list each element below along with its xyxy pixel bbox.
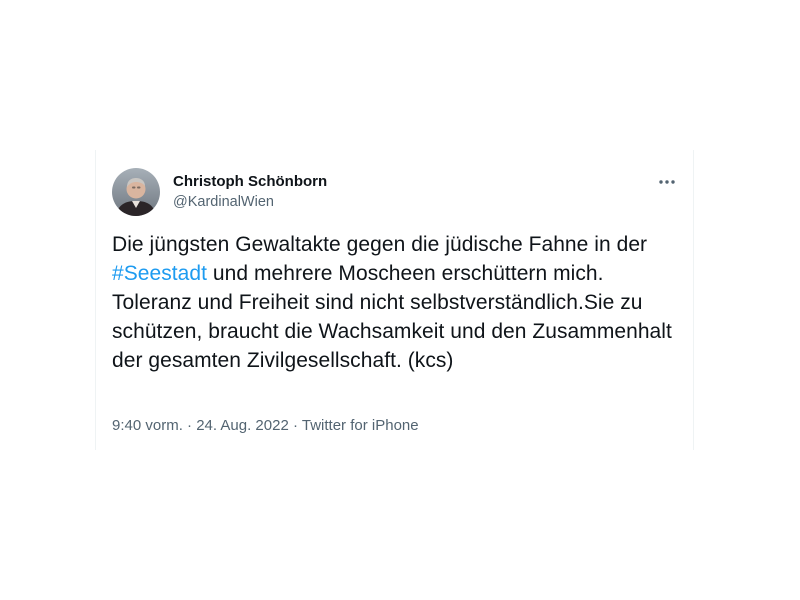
tweet-date[interactable]: 24. Aug. 2022: [196, 417, 289, 434]
meta-separator: ·: [288, 417, 302, 434]
tweet-text: Die jüngsten Gewaltakte gegen die jüdisc…: [112, 230, 682, 375]
tweet-text-part1: Die jüngsten Gewaltakte gegen die jüdisc…: [112, 233, 648, 256]
avatar[interactable]: [112, 168, 160, 216]
meta-separator: ·: [182, 417, 197, 434]
tweet-meta: 9:40 vorm. · 24. Aug. 2022 · Twitter for…: [112, 417, 419, 434]
tweet-time[interactable]: 9:40 vorm.: [112, 417, 183, 434]
more-options-button[interactable]: [655, 170, 679, 194]
tweet-card: Christoph Schönborn @KardinalWien Die jü…: [95, 150, 694, 450]
more-horizontal-icon: [659, 180, 675, 184]
author-name[interactable]: Christoph Schönborn: [173, 173, 327, 190]
hashtag-link[interactable]: #Seestadt: [112, 262, 207, 285]
tweet-source[interactable]: Twitter for iPhone: [302, 417, 419, 434]
avatar-image: [112, 168, 160, 216]
author-handle[interactable]: @KardinalWien: [173, 194, 274, 210]
